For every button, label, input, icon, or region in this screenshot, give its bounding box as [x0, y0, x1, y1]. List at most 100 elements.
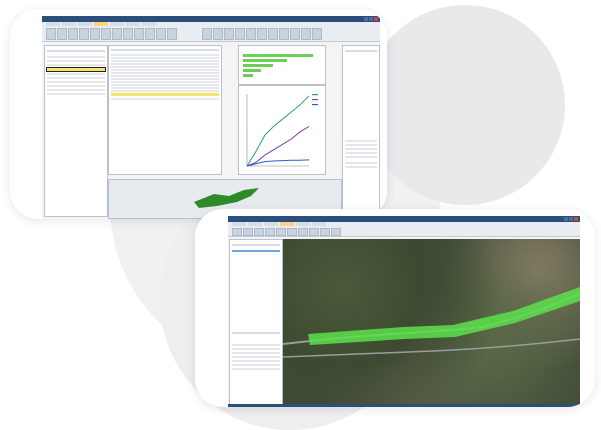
ribbon-button[interactable] [123, 28, 133, 40]
ribbon-button[interactable] [68, 28, 78, 40]
table-row[interactable] [111, 87, 219, 89]
close-icon[interactable] [574, 217, 578, 221]
ribbon-button[interactable] [331, 228, 341, 236]
property-row[interactable] [345, 152, 377, 154]
ribbon-tab[interactable] [46, 22, 60, 26]
tree-item[interactable] [47, 85, 105, 87]
line-chart-panel [238, 85, 326, 175]
ribbon-tab[interactable] [142, 22, 156, 26]
table-row[interactable] [111, 57, 219, 59]
maximize-icon[interactable] [569, 217, 573, 221]
aerial-map-view[interactable] [283, 239, 580, 404]
tree-item[interactable] [47, 77, 105, 79]
tree-item[interactable] [47, 93, 105, 95]
ribbon-tab[interactable] [232, 222, 246, 226]
ribbon-button[interactable] [57, 28, 67, 40]
property-row[interactable] [345, 144, 377, 146]
tree-item[interactable] [47, 73, 105, 75]
layer-item-selected[interactable] [232, 250, 280, 252]
ribbon-tab[interactable] [126, 22, 140, 26]
tree-item[interactable] [47, 64, 105, 66]
panel-header [47, 50, 105, 52]
ribbon-tab[interactable] [312, 222, 326, 226]
property-row[interactable] [232, 344, 280, 346]
ribbon-button[interactable] [213, 28, 223, 40]
ribbon-button[interactable] [167, 28, 177, 40]
property-row[interactable] [232, 360, 280, 362]
chart-series-line [246, 95, 310, 167]
property-row[interactable] [232, 352, 280, 354]
ribbon-button[interactable] [112, 28, 122, 40]
property-row[interactable] [232, 348, 280, 350]
ribbon-tab[interactable] [248, 222, 262, 226]
ribbon-button[interactable] [134, 28, 144, 40]
property-row[interactable] [345, 156, 377, 158]
ribbon-tab[interactable] [78, 22, 92, 26]
ribbon-button[interactable] [156, 28, 166, 40]
ribbon-button[interactable] [298, 228, 308, 236]
ribbon-button[interactable] [290, 28, 300, 40]
ribbon-tab[interactable] [110, 22, 124, 26]
ribbon-tab-active[interactable] [280, 222, 294, 226]
table-row-selected[interactable] [111, 93, 219, 96]
ribbon-button[interactable] [287, 228, 297, 236]
ribbon-button[interactable] [232, 228, 242, 236]
table-row[interactable] [111, 72, 219, 74]
table-row[interactable] [111, 90, 219, 92]
tab-strip[interactable] [232, 332, 280, 334]
maximize-icon[interactable] [369, 17, 373, 21]
minimize-icon[interactable] [364, 17, 368, 21]
ribbon-button[interactable] [243, 228, 253, 236]
ribbon-button[interactable] [202, 28, 212, 40]
ribbon-button[interactable] [90, 28, 100, 40]
tree-item[interactable] [47, 89, 105, 91]
table-row[interactable] [111, 63, 219, 65]
property-row[interactable] [345, 162, 377, 164]
property-row[interactable] [232, 364, 280, 366]
property-row[interactable] [345, 148, 377, 150]
table-row[interactable] [111, 69, 219, 71]
ribbon-button[interactable] [265, 228, 275, 236]
ribbon-tab[interactable] [296, 222, 310, 226]
table-row[interactable] [111, 78, 219, 80]
legend-swatch [312, 99, 318, 101]
property-row[interactable] [232, 368, 280, 370]
table-row[interactable] [111, 98, 219, 100]
minimize-icon[interactable] [564, 217, 568, 221]
property-row[interactable] [345, 140, 377, 142]
ribbon-button[interactable] [254, 228, 264, 236]
ribbon-button[interactable] [101, 28, 111, 40]
chart-series-line [246, 159, 310, 167]
ribbon-button[interactable] [312, 28, 322, 40]
ribbon-tab[interactable] [264, 222, 278, 226]
ribbon-button[interactable] [320, 228, 330, 236]
ribbon-button[interactable] [79, 28, 89, 40]
table-row[interactable] [111, 54, 219, 56]
ribbon-button[interactable] [301, 28, 311, 40]
table-row[interactable] [111, 75, 219, 77]
property-row[interactable] [345, 166, 377, 168]
table-row[interactable] [111, 84, 219, 86]
ribbon-button[interactable] [224, 28, 234, 40]
table-row[interactable] [111, 60, 219, 62]
ribbon-button[interactable] [145, 28, 155, 40]
ribbon-tab-active[interactable] [94, 22, 108, 26]
table-row[interactable] [111, 81, 219, 83]
ribbon-button[interactable] [268, 28, 278, 40]
ribbon-button[interactable] [276, 228, 286, 236]
tree-item-selected[interactable] [46, 67, 106, 72]
ribbon-button[interactable] [235, 28, 245, 40]
ribbon-button[interactable] [257, 28, 267, 40]
ribbon-button[interactable] [279, 28, 289, 40]
table-row[interactable] [111, 66, 219, 68]
tree-item[interactable] [47, 56, 105, 58]
tree-item[interactable] [47, 60, 105, 62]
ribbon-tab[interactable] [62, 22, 76, 26]
close-icon[interactable] [374, 17, 378, 21]
ribbon-button[interactable] [309, 228, 319, 236]
corridor-alignment[interactable] [308, 287, 580, 345]
ribbon-button[interactable] [246, 28, 256, 40]
property-row[interactable] [232, 356, 280, 358]
tree-item[interactable] [47, 81, 105, 83]
ribbon-button[interactable] [46, 28, 56, 40]
